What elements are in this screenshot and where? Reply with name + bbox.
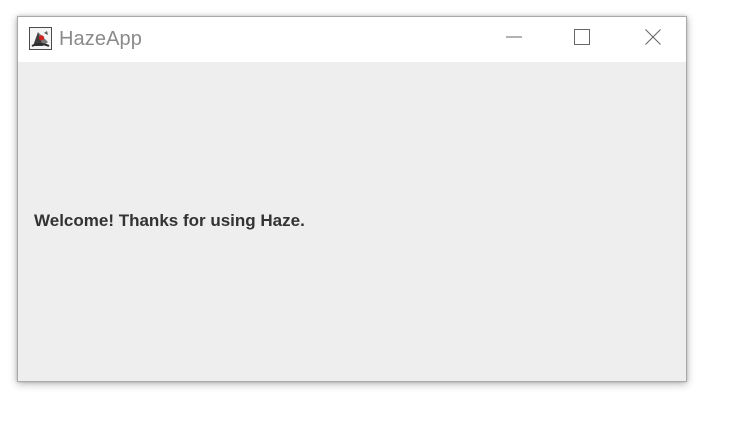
- maximize-button[interactable]: [553, 17, 611, 62]
- app-window: HazeApp Welcome! Thanks for using Haze.: [17, 16, 687, 382]
- title-bar[interactable]: HazeApp: [18, 17, 686, 62]
- close-button[interactable]: [624, 17, 682, 62]
- window-title: HazeApp: [59, 28, 142, 50]
- java-duke-icon[interactable]: [29, 27, 52, 50]
- minimize-icon: [505, 28, 523, 51]
- close-icon: [644, 28, 662, 51]
- minimize-button[interactable]: [485, 17, 543, 62]
- maximize-icon: [573, 28, 591, 51]
- welcome-message: Welcome! Thanks for using Haze.: [34, 211, 305, 230]
- content-panel: Welcome! Thanks for using Haze.: [18, 62, 686, 381]
